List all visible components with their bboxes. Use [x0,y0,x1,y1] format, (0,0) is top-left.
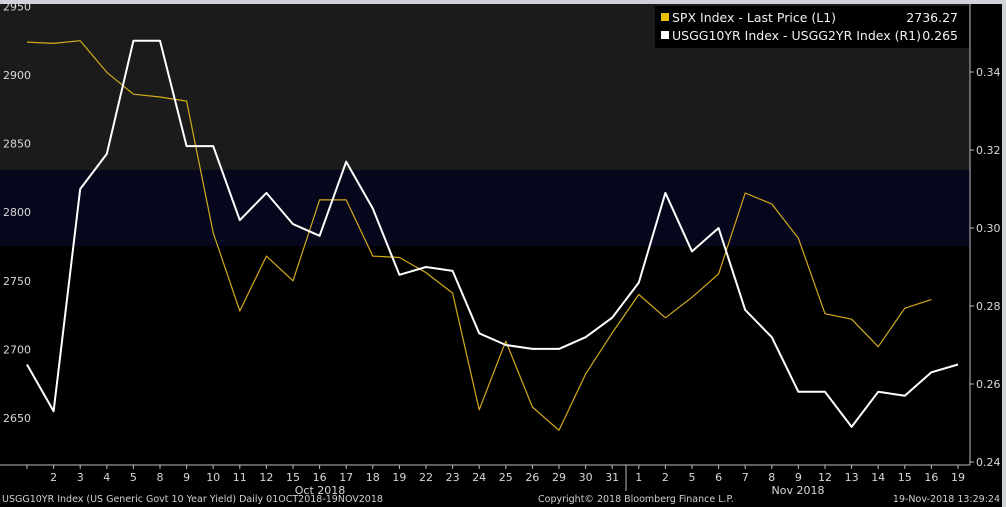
legend-swatch-spx [661,13,669,21]
legend-value-spx: 2736.27 [906,10,958,25]
left-axis-tick-label: 2750 [3,275,31,288]
x-axis-tick-label: 31 [605,471,619,484]
legend: SPX Index - Last Price (L1) 2736.27 USGG… [655,6,969,48]
legend-value-spread: 0.265 [922,28,958,43]
x-axis-tick-label: 4 [103,471,110,484]
x-axis-tick-label: 16 [924,471,938,484]
line-chart: 2950 2900 2850 2800 2750 2700 2650 0.34 0.32 0.30… [0,0,1006,507]
left-axis-tick-label: 2800 [3,206,31,219]
x-axis-tick-label: 2 [662,471,669,484]
x-axis-tick-label: 24 [472,471,486,484]
left-axis-tick-label: 2900 [3,69,31,82]
x-axis-tick-label: 8 [768,471,775,484]
footer-timestamp: 19-Nov-2018 13:29:24 [893,494,1000,505]
x-axis-tick-label: 14 [871,471,885,484]
x-axis-tick-label: 8 [157,471,164,484]
x-axis-tick-label: 29 [552,471,566,484]
x-axis-tick-label: 15 [286,471,300,484]
right-axis-tick-label: 0.34 [976,66,1001,79]
x-axis-tick-label: 2 [50,471,57,484]
legend-swatch-spread [661,31,669,39]
x-axis-tick-label: 9 [183,471,190,484]
legend-label-spx: SPX Index - Last Price (L1) [672,10,836,25]
x-axis-tick-label: 1 [635,471,642,484]
x-axis-tick-label: 17 [339,471,353,484]
shaded-band-mid [0,170,970,246]
right-axis-tick-label: 0.30 [976,222,1001,235]
month-label-nov: Nov 2018 [772,484,825,497]
right-axis-tick-label: 0.32 [976,144,1001,157]
left-axis-tick-label: 2850 [3,138,31,151]
x-axis-tick-label: 11 [233,471,247,484]
legend-label-spread: USGG10YR Index - USGG2YR Index (R1) [672,28,921,43]
x-axis-tick-label: 10 [206,471,220,484]
x-axis-tick-label: 5 [689,471,696,484]
x-axis-tick-label: 23 [446,471,460,484]
left-axis-tick-label: 2700 [3,343,31,356]
x-axis-tick-label: 9 [795,471,802,484]
x-axis-tick-label: 26 [525,471,539,484]
right-axis-tick-label: 0.26 [976,378,1001,391]
x-axis-tick-label: 22 [419,471,433,484]
footer-copyright: Copyright© 2018 Bloomberg Finance L.P. [538,494,734,505]
x-axis-tick-label: 18 [366,471,380,484]
bloomberg-chart: 2950 2900 2850 2800 2750 2700 2650 0.34 0.32 0.30… [0,0,1006,507]
x-axis-tick-label: 12 [259,471,273,484]
footer-security-info: USGG10YR Index (US Generic Govt 10 Year … [2,494,383,505]
x-axis-tick-label: 30 [579,471,593,484]
left-axis-tick-label: 2650 [3,412,31,425]
x-axis-tick-label: 6 [715,471,722,484]
left-axis-tick-label: 2950 [3,0,31,13]
x-axis-tick-label: 16 [313,471,327,484]
x-axis-tick-label: 19 [392,471,406,484]
right-axis-tick-label: 0.24 [976,456,1001,469]
x-axis-tick-label: 25 [499,471,513,484]
top-border [0,0,1006,4]
x-axis-tick-label: 15 [898,471,912,484]
right-border [1002,0,1006,507]
x-axis-tick-label: 13 [845,471,859,484]
right-axis-tick-label: 0.28 [976,300,1001,313]
x-axis-tick-label: 3 [77,471,84,484]
x-axis-tick-label: 12 [818,471,832,484]
x-axis-tick-label: 5 [130,471,137,484]
x-axis-tick-label: 19 [951,471,965,484]
x-axis-tick-label: 7 [742,471,749,484]
